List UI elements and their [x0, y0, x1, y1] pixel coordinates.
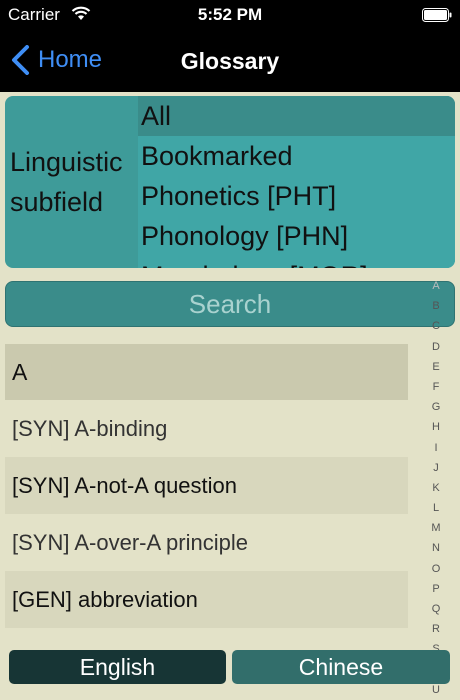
tab-chinese[interactable]: Chinese — [232, 650, 450, 684]
picker-option-all[interactable]: All — [138, 96, 455, 136]
language-tabs: English Chinese — [0, 650, 460, 690]
index-letter-f[interactable]: F — [428, 377, 444, 397]
picker-option-phonetics[interactable]: Phonetics [PHT] — [138, 176, 455, 216]
picker-option-morphology[interactable]: Morphology [MOR] — [138, 256, 455, 268]
index-letter-n[interactable]: N — [428, 538, 444, 558]
list-item[interactable]: [SYN] A-binding — [5, 400, 408, 457]
list-item[interactable]: [SYN] A-not-A question — [5, 457, 408, 514]
index-letter-i[interactable]: I — [428, 438, 444, 458]
index-letter-l[interactable]: L — [428, 498, 444, 518]
index-letter-a[interactable]: A — [428, 276, 444, 296]
section-header: A — [5, 344, 408, 400]
status-time: 5:52 PM — [197, 5, 263, 24]
subfield-label-line2: subfield — [10, 187, 104, 217]
index-letter-q[interactable]: Q — [428, 599, 444, 619]
index-letter-d[interactable]: D — [428, 337, 444, 357]
list-item[interactable]: [SYN] A-over-A principle — [5, 514, 408, 571]
picker-option-phonology[interactable]: Phonology [PHN] — [138, 216, 455, 256]
page-title: Glossary — [180, 48, 280, 74]
subfield-filter: Linguistic subfield All Bookmarked Phone… — [5, 96, 455, 268]
index-letter-c[interactable]: C — [428, 316, 444, 336]
section-index[interactable]: ABCDEFGHIJKLMNOPQRSTU — [428, 276, 444, 700]
battery-icon — [422, 8, 452, 22]
index-letter-o[interactable]: O — [428, 559, 444, 579]
index-letter-e[interactable]: E — [428, 357, 444, 377]
glossary-list: A [SYN] A-binding [SYN] A-not-A question… — [5, 344, 408, 628]
picker-option-bookmarked[interactable]: Bookmarked — [138, 136, 455, 176]
subfield-label-line1: Linguistic — [10, 147, 123, 177]
index-letter-r[interactable]: R — [428, 619, 444, 639]
index-letter-b[interactable]: B — [428, 296, 444, 316]
index-letter-j[interactable]: J — [428, 458, 444, 478]
subfield-label: Linguistic subfield — [10, 142, 123, 222]
search-field[interactable]: Search — [5, 281, 455, 327]
index-letter-m[interactable]: M — [428, 518, 444, 538]
status-bar: Carrier 5:52 PM — [0, 0, 460, 30]
index-letter-p[interactable]: P — [428, 579, 444, 599]
navigation-bar: Home Glossary — [0, 30, 460, 92]
index-letter-k[interactable]: K — [428, 478, 444, 498]
list-item[interactable]: [GEN] abbreviation — [5, 571, 408, 628]
index-letter-h[interactable]: H — [428, 417, 444, 437]
tab-english[interactable]: English — [9, 650, 226, 684]
index-letter-g[interactable]: G — [428, 397, 444, 417]
subfield-picker[interactable]: All Bookmarked Phonetics [PHT] Phonology… — [138, 96, 455, 268]
